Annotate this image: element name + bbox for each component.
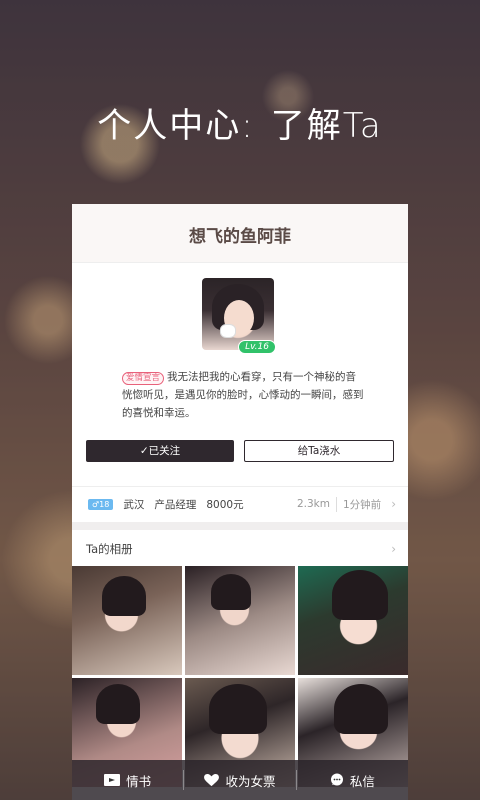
info-row[interactable]: ♂18 武汉 产品经理 8000元 2.3km 1分钟前 › [72,486,408,521]
bottom-action-bar: 情书 收为女票 私信 [72,760,408,800]
profile-name: 想飞的鱼阿菲 [72,204,408,263]
album-photo[interactable] [185,566,295,675]
photo-grid [72,566,408,787]
chevron-right-icon: › [391,542,396,556]
job: 产品经理 [154,498,197,511]
promo-headline: 个人中心: 了解Ta [0,98,480,147]
message-label: 私信 [349,773,375,789]
profile-card: 想飞的鱼阿菲 Lv.16 爱情宣言 我无法把我的心看穿，只有一个神秘的音恍惚听见，… [72,204,408,800]
collect-button[interactable]: 收为女票 [183,770,295,790]
section-divider [72,522,408,530]
bio-text: 爱情宣言 我无法把我的心看穿，只有一个神秘的音恍惚听见，是遇见你的脸时，心悸动的一… [122,368,366,422]
followed-button[interactable]: ✓已关注 [86,440,234,462]
level-badge: Lv.16 [238,340,276,354]
avatar[interactable]: Lv.16 [202,278,276,354]
heart-icon [204,773,220,786]
love-declaration-tag: 爱情宣言 [122,372,165,385]
headline-part1: 个人中心: [97,106,255,146]
chevron-right-icon: › [391,497,396,511]
chat-icon [330,773,343,786]
letter-icon [104,774,121,786]
last-active: 1分钟前 [336,496,381,512]
distance: 2.3km [296,498,330,510]
album-photo[interactable] [298,566,408,675]
album-header[interactable]: Ta的相册 › [72,534,408,564]
love-letter-label: 情书 [126,773,152,789]
album-title: Ta的相册 [86,542,133,556]
album-photo[interactable] [72,566,182,675]
water-button[interactable]: 给Ta浇水 [244,440,394,462]
message-button[interactable]: 私信 [295,770,408,790]
love-letter-button[interactable]: 情书 [72,760,183,800]
city: 武汉 [123,498,145,511]
salary: 8000元 [206,498,244,511]
collect-label: 收为女票 [225,773,276,789]
gender-age-badge: ♂18 [88,498,114,510]
headline-part2: 了解Ta [270,106,383,146]
